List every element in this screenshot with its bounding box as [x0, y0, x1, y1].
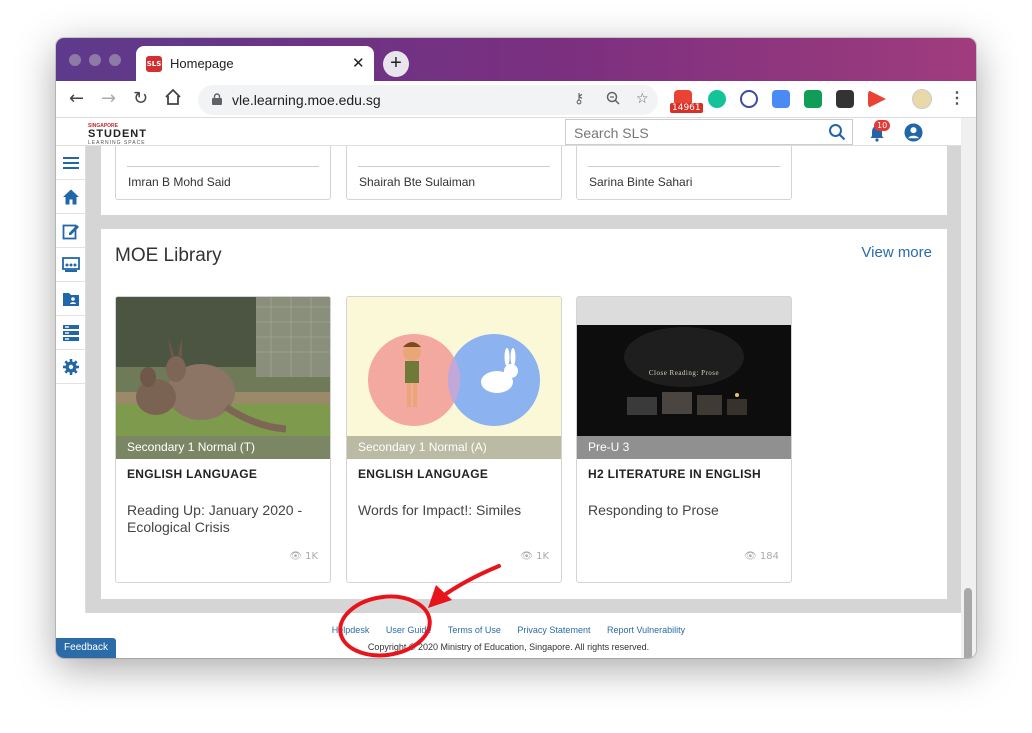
- gmail-unread-badge: 14961: [670, 103, 703, 113]
- notification-count-badge: 10: [874, 120, 891, 131]
- card-subject: ENGLISH LANGUAGE: [358, 467, 489, 481]
- scrollbar-thumb[interactable]: [964, 588, 972, 658]
- bookmark-star-icon[interactable]: ☆: [636, 91, 649, 107]
- maximize-window-button[interactable]: [109, 54, 121, 66]
- home-icon: [63, 189, 79, 205]
- close-reading-thumbnail: Close Reading: Prose: [577, 297, 791, 459]
- page-content: SINGAPORE STUDENT LEARNING SPACE Search …: [56, 118, 976, 658]
- thumbnail-caption: Close Reading: Prose: [648, 369, 720, 377]
- search-input[interactable]: Search SLS: [565, 119, 853, 145]
- footer-link-privacy[interactable]: Privacy Statement: [517, 625, 590, 635]
- home-icon[interactable]: [164, 88, 182, 111]
- library-card[interactable]: Close Reading: Prose Pre-U 3 H2 LITERATU…: [576, 296, 792, 583]
- tab-homepage[interactable]: SLS Homepage ✕: [136, 46, 374, 81]
- footer-links: Helpdesk User Guide Terms of Use Privacy…: [56, 625, 961, 635]
- card-title: Words for Impact!: Similes: [358, 502, 522, 518]
- url-text: vle.learning.moe.edu.sg: [232, 92, 381, 108]
- card-views: 👁 184: [744, 551, 779, 562]
- library-card[interactable]: Secondary 1 Normal (T) ENGLISH LANGUAGE …: [115, 296, 331, 583]
- moe-library-panel: MOE Library View more Secondary 1 Normal…: [101, 229, 947, 599]
- sidebar-menu-toggle[interactable]: [56, 146, 86, 180]
- eye-icon: 👁: [520, 551, 533, 562]
- edit-icon: [62, 224, 79, 240]
- user-account-icon[interactable]: [904, 123, 923, 142]
- box-extension-icon[interactable]: [836, 90, 854, 108]
- view-more-link[interactable]: View more: [861, 244, 932, 261]
- new-tab-button[interactable]: +: [383, 51, 409, 77]
- vertical-scrollbar[interactable]: [961, 118, 976, 658]
- sidebar-item-library[interactable]: [56, 282, 86, 316]
- presentation-icon: [62, 257, 80, 272]
- gear-icon: [63, 359, 79, 375]
- card-level-label: Secondary 1 Normal (A): [347, 436, 561, 459]
- youtube-extension-icon[interactable]: [868, 90, 886, 108]
- minimize-window-button[interactable]: [89, 54, 101, 66]
- zoom-icon[interactable]: [606, 91, 620, 109]
- teacher-name: Shairah Bte Sulaiman: [359, 175, 476, 189]
- sidebar-item-home[interactable]: [56, 180, 86, 214]
- footer-link-user-guide[interactable]: User Guide: [386, 625, 432, 635]
- browser-titlebar: SLS Homepage ✕ +: [56, 38, 976, 81]
- sidebar: [56, 146, 86, 658]
- similes-thumbnail: [347, 297, 561, 459]
- search-icon[interactable]: [828, 123, 846, 141]
- sls-logo[interactable]: SINGAPORE STUDENT LEARNING SPACE: [88, 124, 147, 147]
- list-grid-icon: [63, 325, 79, 341]
- sls-favicon-icon: SLS: [146, 56, 162, 72]
- copyright-text: Copyright © 2020 Ministry of Education, …: [367, 642, 650, 652]
- teacher-card[interactable]: Imran B Mohd Said: [115, 146, 331, 200]
- grammarly-extension-icon[interactable]: [708, 90, 726, 108]
- sidebar-item-settings[interactable]: [56, 350, 86, 384]
- sidebar-item-monitor[interactable]: [56, 248, 86, 282]
- footer-link-helpdesk[interactable]: Helpdesk: [332, 625, 370, 635]
- wallaby-thumbnail: [116, 297, 330, 459]
- menu-icon: [63, 157, 79, 169]
- address-bar[interactable]: vle.learning.moe.edu.sg ⚷ ☆: [198, 85, 658, 115]
- card-views: 👁 1K: [289, 551, 318, 562]
- forward-icon[interactable]: →: [101, 88, 116, 109]
- teacher-card[interactable]: Sarina Binte Sahari: [576, 146, 792, 200]
- teacher-card[interactable]: Shairah Bte Sulaiman: [346, 146, 562, 200]
- key-icon[interactable]: ⚷: [574, 91, 584, 107]
- card-level-label: Pre-U 3: [577, 436, 791, 459]
- sls-header: SINGAPORE STUDENT LEARNING SPACE Search …: [56, 118, 961, 146]
- translate-extension-icon[interactable]: [772, 90, 790, 108]
- search-placeholder: Search SLS: [574, 125, 649, 141]
- teacher-name: Imran B Mohd Said: [128, 175, 231, 189]
- card-views: 👁 1K: [520, 551, 549, 562]
- back-icon[interactable]: ←: [69, 88, 84, 109]
- card-subject: ENGLISH LANGUAGE: [127, 467, 258, 481]
- feedback-button[interactable]: Feedback: [56, 638, 116, 658]
- eye-icon: 👁: [289, 551, 302, 562]
- sheets-extension-icon[interactable]: [804, 90, 822, 108]
- card-title: Responding to Prose: [588, 502, 719, 518]
- library-card[interactable]: Secondary 1 Normal (A) ENGLISH LANGUAGE …: [346, 296, 562, 583]
- moe-library-title: MOE Library: [115, 245, 222, 266]
- close-window-button[interactable]: [69, 54, 81, 66]
- lock-icon: [212, 93, 222, 105]
- browser-toolbar: ← → ↻ vle.learning.moe.edu.sg ⚷ ☆ 14961 …: [56, 81, 976, 118]
- card-level-label: Secondary 1 Normal (T): [116, 436, 330, 459]
- footer-link-terms[interactable]: Terms of Use: [448, 625, 501, 635]
- tab-title: Homepage: [170, 56, 234, 71]
- reload-icon[interactable]: ↻: [133, 88, 148, 109]
- card-subject: H2 LITERATURE IN ENGLISH: [588, 467, 761, 481]
- eye-icon: 👁: [744, 551, 757, 562]
- teacher-name: Sarina Binte Sahari: [589, 175, 693, 189]
- footer-link-vulnerability[interactable]: Report Vulnerability: [607, 625, 685, 635]
- browser-menu-icon[interactable]: ⋮: [949, 88, 965, 108]
- folder-user-icon: [63, 293, 79, 306]
- profile-avatar[interactable]: [912, 89, 932, 109]
- page-footer: Helpdesk User Guide Terms of Use Privacy…: [56, 613, 961, 658]
- tab-close-icon[interactable]: ✕: [352, 54, 365, 72]
- card-title: Reading Up: January 2020 - Ecological Cr…: [127, 502, 303, 535]
- block-extension-icon[interactable]: [740, 90, 758, 108]
- sidebar-item-create[interactable]: [56, 214, 86, 248]
- sidebar-item-groups[interactable]: [56, 316, 86, 350]
- browser-window: SLS Homepage ✕ + ← → ↻ vle.learning.moe.…: [56, 38, 976, 658]
